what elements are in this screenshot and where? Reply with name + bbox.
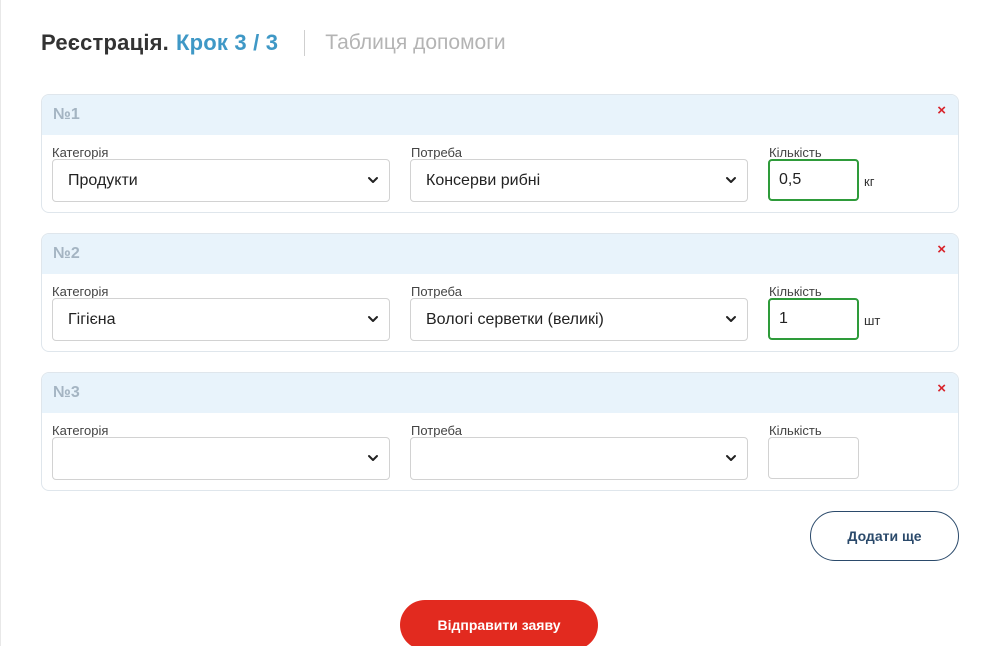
chevron-down-icon: [368, 316, 378, 322]
header-divider: [304, 30, 306, 56]
need-label: Потреба: [411, 284, 462, 299]
page-header: Реєстрація. Крок 3 / 3 Таблиця допомоги: [41, 28, 506, 58]
page-title: Реєстрація.: [41, 30, 169, 55]
category-select[interactable]: [52, 437, 390, 480]
need-label: Потреба: [411, 145, 462, 160]
card-header: №2 ×: [42, 234, 958, 274]
chevron-down-icon: [726, 316, 736, 322]
need-value: Вологі серветки (великі): [426, 310, 604, 328]
add-more-button[interactable]: Додати ще: [810, 511, 959, 561]
quantity-unit: шт: [864, 313, 881, 328]
card-header: №3 ×: [42, 373, 958, 413]
chevron-down-icon: [368, 455, 378, 461]
category-label: Категорія: [52, 423, 109, 438]
item-number: №1: [53, 106, 80, 123]
need-select[interactable]: Вологі серветки (великі): [410, 298, 748, 341]
need-value: Консерви рибні: [426, 171, 541, 189]
category-select[interactable]: Продукти: [52, 159, 390, 202]
item-number: №3: [53, 384, 80, 401]
item-number: №2: [53, 245, 80, 262]
quantity-label: Кількість: [769, 284, 822, 299]
category-label: Категорія: [52, 284, 109, 299]
quantity-label: Кількість: [769, 145, 822, 160]
card-header: №1 ×: [42, 95, 958, 135]
quantity-input[interactable]: 1: [768, 298, 859, 340]
aid-item-card: №1 × Категорія Продукти Потреба Консерви…: [41, 94, 959, 213]
quantity-value: 0,5: [779, 171, 802, 188]
need-select[interactable]: [410, 437, 748, 480]
close-icon[interactable]: ×: [937, 380, 946, 398]
need-label: Потреба: [411, 423, 462, 438]
chevron-down-icon: [368, 177, 378, 183]
quantity-label: Кількість: [769, 423, 822, 438]
need-select[interactable]: Консерви рибні: [410, 159, 748, 202]
aid-item-card: №3 × Категорія Потреба Кількість: [41, 372, 959, 491]
aid-item-card: №2 × Категорія Гігієна Потреба Вологі се…: [41, 233, 959, 352]
chevron-down-icon: [726, 177, 736, 183]
submit-application-button[interactable]: Відправити заяву: [400, 600, 598, 646]
quantity-value: 1: [779, 310, 788, 327]
quantity-unit: кг: [864, 174, 875, 189]
category-label: Категорія: [52, 145, 109, 160]
category-value: Продукти: [68, 171, 138, 189]
close-icon[interactable]: ×: [937, 241, 946, 259]
category-select[interactable]: Гігієна: [52, 298, 390, 341]
quantity-input[interactable]: 0,5: [768, 159, 859, 201]
quantity-input[interactable]: [768, 437, 859, 479]
step-indicator: Крок 3 / 3: [175, 30, 279, 55]
chevron-down-icon: [726, 455, 736, 461]
category-value: Гігієна: [68, 310, 116, 328]
help-table-tab[interactable]: Таблиця допомоги: [325, 31, 505, 55]
close-icon[interactable]: ×: [937, 102, 946, 120]
page-left-border: [0, 0, 1, 646]
